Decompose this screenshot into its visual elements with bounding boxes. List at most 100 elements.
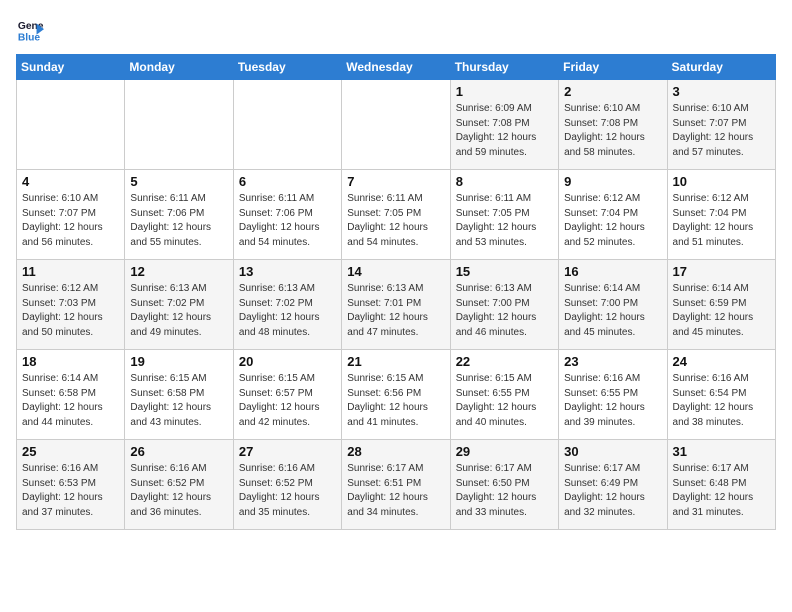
calendar-cell: 7 Sunrise: 6:11 AMSunset: 7:05 PMDaylight…	[342, 170, 450, 260]
calendar-header: SundayMondayTuesdayWednesdayThursdayFrid…	[17, 55, 776, 80]
calendar-cell: 29 Sunrise: 6:17 AMSunset: 6:50 PMDayligh…	[450, 440, 558, 530]
calendar-cell: 16Sunrise: 6:14 AMSunset: 7:00 PMDayligh…	[559, 260, 667, 350]
day-detail: Sunrise: 6:16 AMSunset: 6:54 PMDaylight:…	[673, 372, 770, 430]
day-detail: Sunrise: 6:14 AMSunset: 6:59 PMDaylight:…	[673, 282, 770, 340]
day-number: 29	[456, 444, 553, 459]
day-detail: Sunrise: 6:16 AMSunset: 6:52 PMDaylight:…	[130, 462, 227, 520]
day-number: 30	[564, 444, 661, 459]
day-number: 28	[347, 444, 444, 459]
day-detail: Sunrise: 6:15 AMSunset: 6:56 PMDaylight:…	[347, 372, 444, 430]
day-detail: Sunrise: 6:15 AMSunset: 6:55 PMDaylight:…	[456, 372, 553, 430]
calendar-cell: 22 Sunrise: 6:15 AMSunset: 6:55 PMDayligh…	[450, 350, 558, 440]
weekday-header-thursday: Thursday	[450, 55, 558, 80]
calendar-cell: 18 Sunrise: 6:14 AMSunset: 6:58 PMDayligh…	[17, 350, 125, 440]
day-detail: Sunrise: 6:17 AMSunset: 6:49 PMDaylight:…	[564, 462, 661, 520]
weekday-header-monday: Monday	[125, 55, 233, 80]
day-number: 15	[456, 264, 553, 279]
day-detail: Sunrise: 6:14 AMSunset: 6:58 PMDaylight:…	[22, 372, 119, 430]
calendar-body: 1 Sunrise: 6:09 AMSunset: 7:08 PMDaylight…	[17, 80, 776, 530]
calendar-cell: 28 Sunrise: 6:17 AMSunset: 6:51 PMDayligh…	[342, 440, 450, 530]
day-number: 16	[564, 264, 661, 279]
weekday-header-wednesday: Wednesday	[342, 55, 450, 80]
day-number: 5	[130, 174, 227, 189]
day-detail: Sunrise: 6:16 AMSunset: 6:52 PMDaylight:…	[239, 462, 336, 520]
day-number: 7	[347, 174, 444, 189]
day-detail: Sunrise: 6:11 AMSunset: 7:06 PMDaylight:…	[130, 192, 227, 250]
calendar-week-row: 11 Sunrise: 6:12 AMSunset: 7:03 PMDayligh…	[17, 260, 776, 350]
calendar-cell: 5 Sunrise: 6:11 AMSunset: 7:06 PMDaylight…	[125, 170, 233, 260]
day-number: 14	[347, 264, 444, 279]
calendar-cell: 19 Sunrise: 6:15 AMSunset: 6:58 PMDayligh…	[125, 350, 233, 440]
day-number: 31	[673, 444, 770, 459]
day-detail: Sunrise: 6:13 AMSunset: 7:00 PMDaylight:…	[456, 282, 553, 340]
calendar-cell: 23 Sunrise: 6:16 AMSunset: 6:55 PMDayligh…	[559, 350, 667, 440]
day-detail: Sunrise: 6:11 AMSunset: 7:05 PMDaylight:…	[456, 192, 553, 250]
calendar-cell: 2Sunrise: 6:10 AMSunset: 7:08 PMDaylight…	[559, 80, 667, 170]
calendar-week-row: 1 Sunrise: 6:09 AMSunset: 7:08 PMDaylight…	[17, 80, 776, 170]
day-detail: Sunrise: 6:13 AMSunset: 7:01 PMDaylight:…	[347, 282, 444, 340]
calendar-cell: 11 Sunrise: 6:12 AMSunset: 7:03 PMDayligh…	[17, 260, 125, 350]
day-detail: Sunrise: 6:11 AMSunset: 7:06 PMDaylight:…	[239, 192, 336, 250]
calendar-cell: 24 Sunrise: 6:16 AMSunset: 6:54 PMDayligh…	[667, 350, 775, 440]
calendar-cell: 17 Sunrise: 6:14 AMSunset: 6:59 PMDayligh…	[667, 260, 775, 350]
calendar-cell: 1 Sunrise: 6:09 AMSunset: 7:08 PMDaylight…	[450, 80, 558, 170]
weekday-header-friday: Friday	[559, 55, 667, 80]
day-detail: Sunrise: 6:10 AMSunset: 7:07 PMDaylight:…	[673, 102, 770, 160]
calendar-cell: 3Sunrise: 6:10 AMSunset: 7:07 PMDaylight…	[667, 80, 775, 170]
day-number: 4	[22, 174, 119, 189]
day-number: 23	[564, 354, 661, 369]
day-detail: Sunrise: 6:16 AMSunset: 6:55 PMDaylight:…	[564, 372, 661, 430]
day-number: 10	[673, 174, 770, 189]
logo: General Blue	[16, 16, 44, 44]
day-number: 22	[456, 354, 553, 369]
weekday-header-tuesday: Tuesday	[233, 55, 341, 80]
day-detail: Sunrise: 6:09 AMSunset: 7:08 PMDaylight:…	[456, 102, 553, 160]
calendar-cell: 20 Sunrise: 6:15 AMSunset: 6:57 PMDayligh…	[233, 350, 341, 440]
day-detail: Sunrise: 6:10 AMSunset: 7:07 PMDaylight:…	[22, 192, 119, 250]
calendar-cell	[17, 80, 125, 170]
day-number: 25	[22, 444, 119, 459]
day-number: 24	[673, 354, 770, 369]
day-number: 6	[239, 174, 336, 189]
calendar-week-row: 18 Sunrise: 6:14 AMSunset: 6:58 PMDayligh…	[17, 350, 776, 440]
calendar-cell: 4 Sunrise: 6:10 AMSunset: 7:07 PMDaylight…	[17, 170, 125, 260]
day-number: 26	[130, 444, 227, 459]
day-number: 1	[456, 84, 553, 99]
day-number: 19	[130, 354, 227, 369]
day-detail: Sunrise: 6:17 AMSunset: 6:51 PMDaylight:…	[347, 462, 444, 520]
calendar-cell: 8 Sunrise: 6:11 AMSunset: 7:05 PMDaylight…	[450, 170, 558, 260]
day-number: 21	[347, 354, 444, 369]
day-detail: Sunrise: 6:11 AMSunset: 7:05 PMDaylight:…	[347, 192, 444, 250]
calendar-cell: 15 Sunrise: 6:13 AMSunset: 7:00 PMDayligh…	[450, 260, 558, 350]
calendar-cell	[342, 80, 450, 170]
day-number: 11	[22, 264, 119, 279]
weekday-header-saturday: Saturday	[667, 55, 775, 80]
day-detail: Sunrise: 6:15 AMSunset: 6:58 PMDaylight:…	[130, 372, 227, 430]
calendar-cell: 6 Sunrise: 6:11 AMSunset: 7:06 PMDaylight…	[233, 170, 341, 260]
calendar-cell: 30 Sunrise: 6:17 AMSunset: 6:49 PMDayligh…	[559, 440, 667, 530]
calendar-cell: 14 Sunrise: 6:13 AMSunset: 7:01 PMDayligh…	[342, 260, 450, 350]
day-detail: Sunrise: 6:17 AMSunset: 6:50 PMDaylight:…	[456, 462, 553, 520]
day-number: 27	[239, 444, 336, 459]
calendar-cell: 10Sunrise: 6:12 AMSunset: 7:04 PMDayligh…	[667, 170, 775, 260]
calendar-cell: 13Sunrise: 6:13 AMSunset: 7:02 PMDayligh…	[233, 260, 341, 350]
day-detail: Sunrise: 6:12 AMSunset: 7:04 PMDaylight:…	[564, 192, 661, 250]
weekday-header-row: SundayMondayTuesdayWednesdayThursdayFrid…	[17, 55, 776, 80]
day-detail: Sunrise: 6:13 AMSunset: 7:02 PMDaylight:…	[130, 282, 227, 340]
day-number: 8	[456, 174, 553, 189]
day-detail: Sunrise: 6:12 AMSunset: 7:03 PMDaylight:…	[22, 282, 119, 340]
day-number: 18	[22, 354, 119, 369]
day-detail: Sunrise: 6:15 AMSunset: 6:57 PMDaylight:…	[239, 372, 336, 430]
calendar-cell: 25Sunrise: 6:16 AMSunset: 6:53 PMDayligh…	[17, 440, 125, 530]
day-detail: Sunrise: 6:13 AMSunset: 7:02 PMDaylight:…	[239, 282, 336, 340]
calendar-cell: 27 Sunrise: 6:16 AMSunset: 6:52 PMDayligh…	[233, 440, 341, 530]
calendar-cell: 26 Sunrise: 6:16 AMSunset: 6:52 PMDayligh…	[125, 440, 233, 530]
day-number: 2	[564, 84, 661, 99]
calendar-cell: 9 Sunrise: 6:12 AMSunset: 7:04 PMDaylight…	[559, 170, 667, 260]
calendar-cell: 21 Sunrise: 6:15 AMSunset: 6:56 PMDayligh…	[342, 350, 450, 440]
day-number: 20	[239, 354, 336, 369]
calendar-table: SundayMondayTuesdayWednesdayThursdayFrid…	[16, 54, 776, 530]
day-number: 9	[564, 174, 661, 189]
day-number: 17	[673, 264, 770, 279]
logo-icon: General Blue	[16, 16, 44, 44]
